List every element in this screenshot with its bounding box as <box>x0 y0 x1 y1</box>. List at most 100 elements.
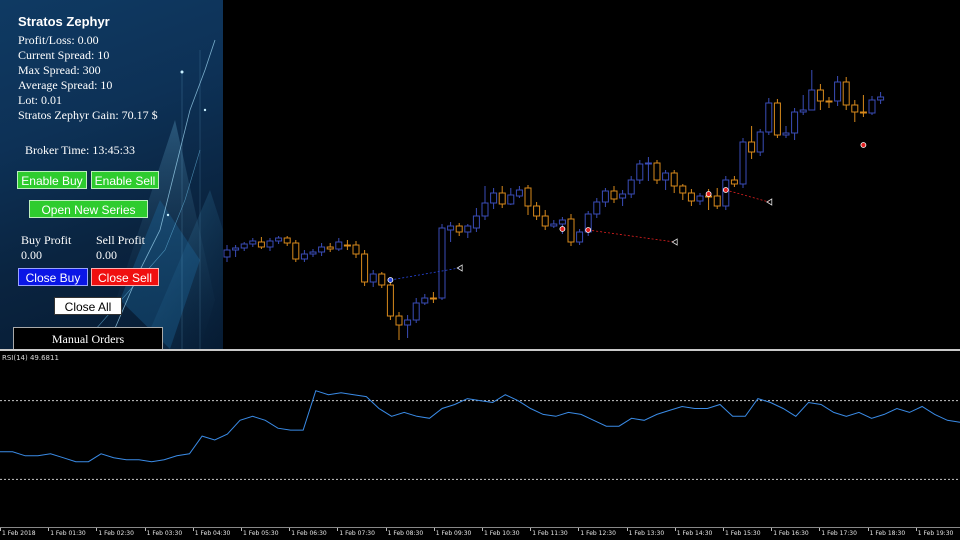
trade-entry-marker <box>559 226 566 232</box>
close-buy-button[interactable]: Close Buy <box>18 268 88 286</box>
time-axis-tick <box>674 528 676 531</box>
candle-body <box>619 193 627 199</box>
time-axis-tick <box>482 528 483 531</box>
time-axis-label: 1 Feb 18:30 <box>869 530 906 537</box>
rsi-chart[interactable] <box>0 352 960 528</box>
trade-exit-marker <box>456 264 463 272</box>
candle-body <box>266 240 274 248</box>
candle-body <box>404 319 412 326</box>
enable-buy-button[interactable]: Enable Buy <box>17 171 87 189</box>
candle-body <box>662 172 670 181</box>
close-sell-button[interactable]: Close Sell <box>91 268 159 286</box>
trade-entry-marker <box>705 191 712 197</box>
candle-body <box>601 190 609 203</box>
manual-orders-tab[interactable]: Manual Orders <box>13 327 163 349</box>
gain-text: Stratos Zephyr Gain: 70.17 $ <box>18 108 158 122</box>
time-axis-tick <box>723 528 724 531</box>
candle-body <box>782 132 790 136</box>
ea-panel: Stratos Zephyr Profit/Loss: 0.00 Current… <box>0 0 223 349</box>
time-axis-tick <box>867 528 869 531</box>
broker-time-text: Broker Time: 13:45:33 <box>25 143 136 157</box>
candle-body <box>515 189 523 197</box>
trade-entry-marker <box>860 142 867 148</box>
time-axis-tick <box>530 528 532 531</box>
candle-body <box>455 225 463 233</box>
time-axis-tick <box>0 528 1 531</box>
candle-body <box>275 237 283 242</box>
candle-body <box>490 192 498 204</box>
time-axis-label: 1 Feb 02:30 <box>98 530 134 537</box>
candle-body <box>386 284 394 317</box>
time-axis-tick <box>48 528 50 531</box>
candle-body <box>842 81 850 106</box>
candle-body <box>249 240 257 245</box>
close-all-button[interactable]: Close All <box>54 297 122 315</box>
candle-body <box>610 190 618 200</box>
candle-body <box>395 315 403 326</box>
lot-text: Lot: 0.01 <box>18 93 62 107</box>
candle-body <box>593 201 601 215</box>
time-axis-label: 1 Feb 06:30 <box>291 530 327 537</box>
buy-profit-value: 0.00 <box>21 248 42 262</box>
candle-body <box>300 253 308 260</box>
candle-body <box>240 243 248 249</box>
time-axis-label: 1 Feb 14:30 <box>676 530 713 537</box>
sell-profit-label: Sell Profit <box>96 233 146 247</box>
candle-body <box>429 297 437 300</box>
time-axis-label: 1 Feb 07:30 <box>339 530 375 537</box>
candle-body <box>507 194 515 205</box>
candle-body <box>773 102 781 136</box>
candle-body <box>318 246 326 253</box>
candle-body <box>421 297 429 304</box>
time-axis-tick <box>385 528 387 531</box>
candle-body <box>713 195 721 207</box>
candle-body <box>232 247 240 251</box>
candle-body <box>859 111 867 114</box>
candle-body <box>550 223 558 227</box>
candle-body <box>335 241 343 250</box>
time-axis-tick <box>96 528 98 531</box>
chart-separator <box>0 349 960 351</box>
candle-body <box>636 163 644 181</box>
time-axis-label: 1 Feb 08:30 <box>387 530 424 537</box>
time-axis-label: 1 Feb 09:30 <box>435 530 472 537</box>
current-spread-text: Current Spread: 10 <box>18 48 110 62</box>
candle-body <box>816 89 824 102</box>
trade-entry-marker <box>387 277 394 283</box>
candle-body <box>369 273 377 283</box>
trade-exit-marker <box>766 198 773 206</box>
buy-trade-link <box>390 267 460 281</box>
buy-profit-label: Buy Profit <box>21 233 72 247</box>
time-axis-tick <box>578 528 580 531</box>
candle-body <box>533 205 541 217</box>
candle-body <box>576 231 584 243</box>
candle-body <box>378 273 386 286</box>
trade-exit-marker <box>671 238 678 246</box>
time-axis-label: 1 Feb 03:30 <box>146 530 183 537</box>
candle-body <box>834 81 842 102</box>
candle-body <box>825 100 833 103</box>
candle-body <box>808 89 816 111</box>
candle-body <box>541 215 549 227</box>
enable-sell-button[interactable]: Enable Sell <box>91 171 159 189</box>
time-axis-label: 1 Feb 05:30 <box>243 530 279 537</box>
candle-body <box>868 99 876 114</box>
sell-trade-link <box>588 229 675 243</box>
time-axis-tick <box>192 528 194 531</box>
candle-body <box>292 242 300 260</box>
time-axis-label: 1 Feb 13:30 <box>628 530 665 537</box>
candle-body <box>627 179 635 195</box>
candle-body <box>343 244 351 247</box>
candle-body <box>352 244 360 255</box>
sell-trade-link <box>725 189 769 203</box>
time-axis-tick <box>819 528 821 531</box>
candle-body <box>223 249 231 258</box>
max-spread-text: Max Spread: 300 <box>18 63 101 77</box>
time-axis-label: 1 Feb 10:30 <box>484 530 520 537</box>
candle-body <box>696 195 704 202</box>
candle-body <box>412 302 420 321</box>
open-new-series-button[interactable]: Open New Series <box>29 200 148 218</box>
time-axis-tick <box>289 528 291 531</box>
candle-body <box>309 251 317 255</box>
time-axis-label: 1 Feb 01:30 <box>50 530 86 537</box>
